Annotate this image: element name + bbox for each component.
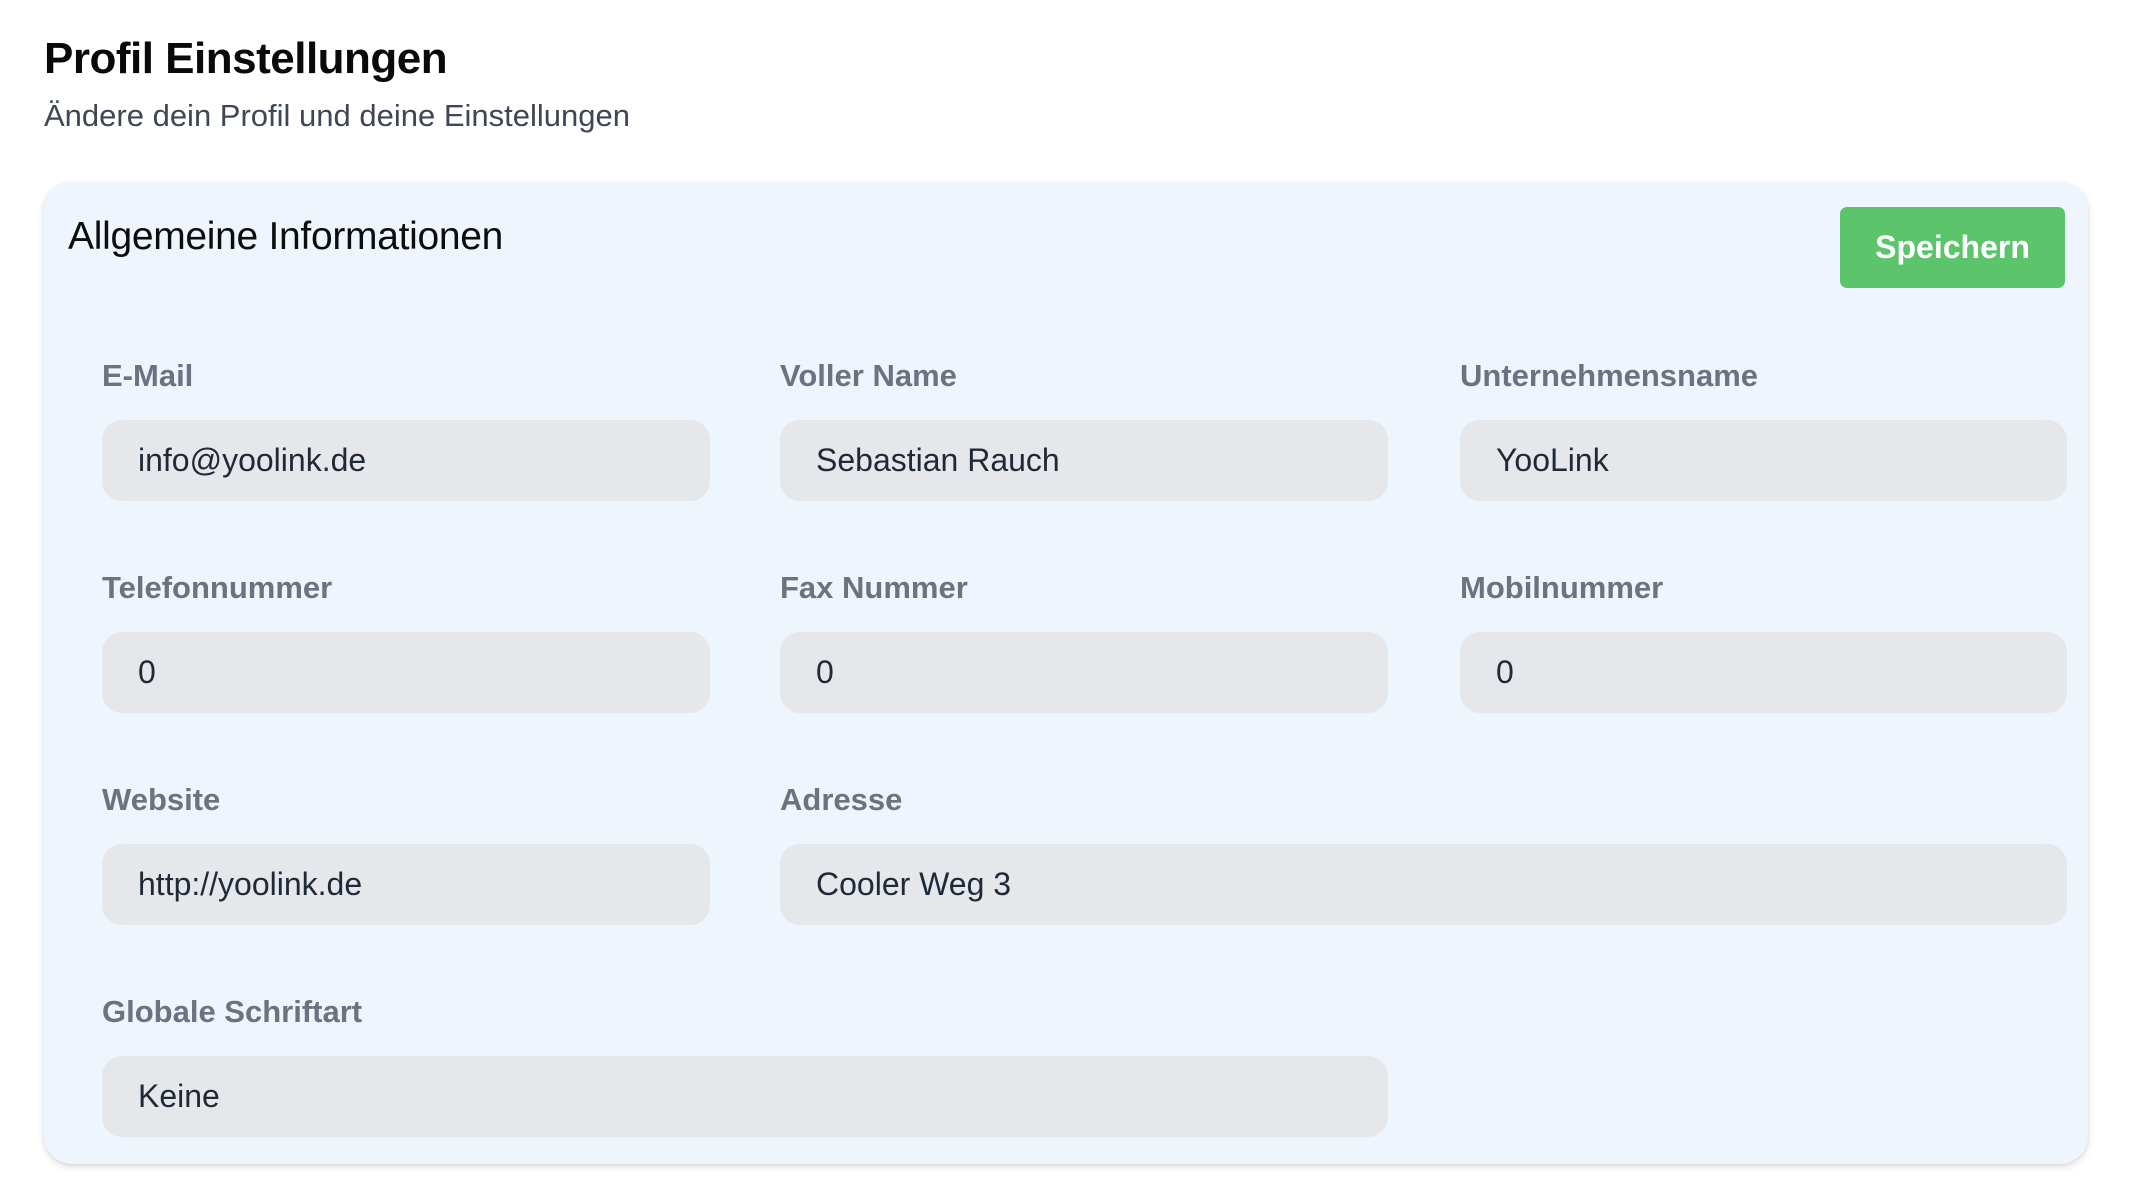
address-label: Adresse	[780, 782, 903, 817]
font-field-group: Globale Schriftart	[102, 990, 1388, 1137]
email-field-group: E-Mail	[102, 354, 710, 501]
fax-field-group: Fax Nummer	[780, 566, 1388, 713]
website-input[interactable]	[102, 844, 710, 925]
phone-field-group: Telefonnummer	[102, 566, 710, 713]
phone-label: Telefonnummer	[102, 570, 333, 605]
fax-label: Fax Nummer	[780, 570, 968, 605]
address-input[interactable]	[780, 844, 2067, 925]
phone-input[interactable]	[102, 632, 710, 713]
email-input[interactable]	[102, 420, 710, 501]
mobile-input[interactable]	[1460, 632, 2067, 713]
full-name-label: Voller Name	[780, 358, 957, 393]
company-field-group: Unternehmensname	[1460, 354, 2067, 501]
page-subtitle: Ändere dein Profil und deine Einstellung…	[44, 98, 630, 133]
company-label: Unternehmensname	[1460, 358, 1759, 393]
page-title: Profil Einstellungen	[44, 34, 448, 83]
website-label: Website	[102, 782, 221, 817]
website-field-group: Website	[102, 778, 710, 925]
full-name-input[interactable]	[780, 420, 1388, 501]
font-input[interactable]	[102, 1056, 1388, 1137]
font-label: Globale Schriftart	[102, 994, 363, 1029]
email-label: E-Mail	[102, 358, 194, 393]
general-info-card: Allgemeine Informationen Speichern E-Mai…	[44, 182, 2088, 1164]
mobile-field-group: Mobilnummer	[1460, 566, 2067, 713]
address-field-group: Adresse	[780, 778, 2067, 925]
mobile-label: Mobilnummer	[1460, 570, 1664, 605]
save-button[interactable]: Speichern	[1840, 207, 2065, 288]
profile-settings-page: Profil Einstellungen Ändere dein Profil …	[0, 0, 2132, 1188]
full-name-field-group: Voller Name	[780, 354, 1388, 501]
card-title: Allgemeine Informationen	[68, 215, 504, 258]
fax-input[interactable]	[780, 632, 1388, 713]
company-input[interactable]	[1460, 420, 2067, 501]
